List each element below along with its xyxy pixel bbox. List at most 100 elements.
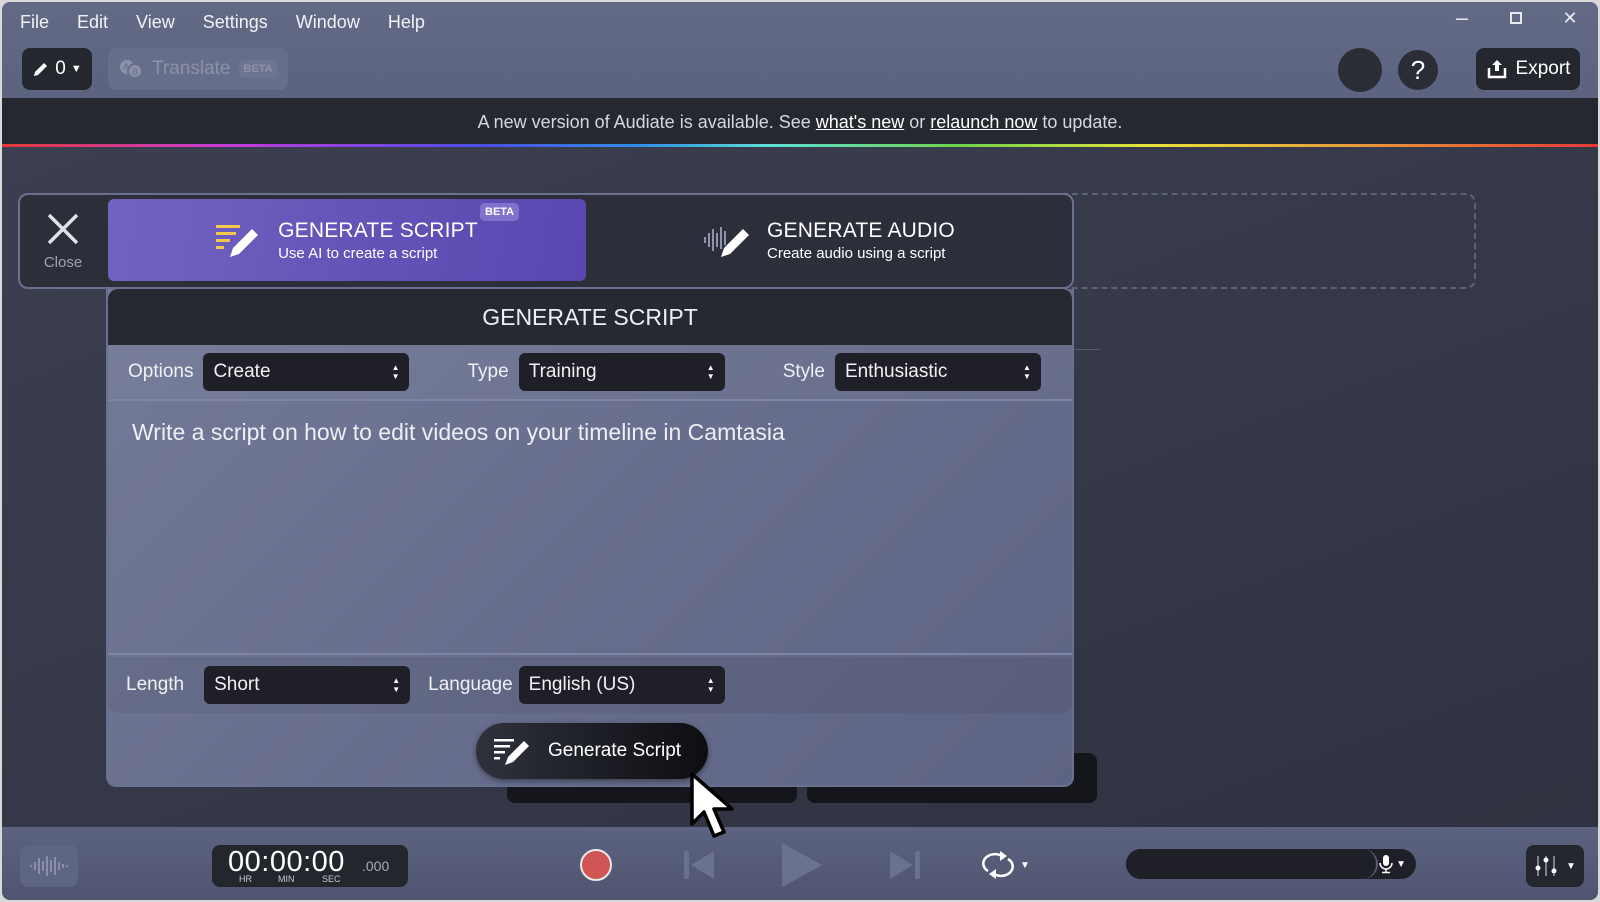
whats-new-link[interactable]: what's new	[816, 112, 904, 133]
generate-script-panel: GENERATE SCRIPT Options Create ▲ ▼ Type T…	[106, 289, 1074, 787]
menu-file[interactable]: File	[20, 12, 63, 33]
input-level-track	[1126, 849, 1378, 879]
type-label: Type	[467, 361, 509, 382]
prompt-textarea[interactable]: Write a script on how to edit videos on …	[108, 403, 1072, 655]
generate-script-label: Generate Script	[548, 740, 682, 761]
update-banner: A new version of Audiate is available. S…	[2, 98, 1598, 146]
stepper-arrows-icon: ▲ ▼	[706, 676, 715, 694]
menubar: File Edit View Settings Window Help	[20, 12, 453, 33]
generate-script-button[interactable]: Generate Script	[476, 723, 708, 779]
audiate-window: File Edit View Settings Window Help – ✕ …	[2, 2, 1598, 900]
hr-label: HR	[239, 874, 252, 884]
window-controls: – ✕	[1452, 5, 1580, 30]
timecode-display: 00:00:00 .000 HR MIN SEC	[212, 845, 408, 887]
microphone-icon	[1379, 855, 1393, 874]
tab-script-subtitle: Use AI to create a script	[278, 244, 438, 262]
waveform-icon	[30, 856, 68, 876]
panel-title: GENERATE SCRIPT	[108, 289, 1072, 345]
sliders-icon	[1535, 856, 1557, 876]
script-pencil-icon	[216, 225, 259, 257]
translate-button[interactable]: A B Translate BETA	[108, 48, 288, 90]
avatar[interactable]	[1338, 48, 1382, 92]
divider	[1072, 349, 1100, 350]
length-select[interactable]: Short ▲ ▼	[204, 666, 411, 704]
length-label: Length	[126, 674, 185, 695]
relaunch-now-link[interactable]: relaunch now	[930, 112, 1037, 133]
options-row: Options Create ▲ ▼ Type Training ▲ ▼ Style…	[108, 345, 1072, 401]
stepper-arrows-icon: ▲ ▼	[706, 363, 715, 381]
chevron-down-icon: ▼	[1020, 859, 1030, 871]
help-button[interactable]: ?	[1398, 50, 1438, 90]
sec-label: SEC	[322, 874, 341, 884]
beta-badge: BETA	[480, 203, 520, 221]
menu-edit[interactable]: Edit	[77, 12, 122, 33]
export-button[interactable]: Export	[1476, 48, 1580, 90]
tab-audio-title: GENERATE AUDIO	[767, 218, 955, 242]
stepper-arrows-icon: ▲ ▼	[1023, 363, 1031, 381]
maximize-icon[interactable]	[1506, 8, 1526, 28]
pencil-icon	[34, 63, 48, 76]
translate-icon: A B	[120, 60, 143, 79]
options-value: Create	[213, 361, 271, 382]
length-language-row: Length Short ▲ ▼ Language English (US) ▲ ▼	[108, 657, 1072, 713]
svg-text:B: B	[132, 67, 138, 77]
type-select[interactable]: Training ▲ ▼	[518, 353, 725, 391]
microphone-button[interactable]: ▼	[1379, 854, 1406, 874]
tab-audio-subtitle: Create audio using a script	[767, 244, 946, 262]
script-pencil-icon	[494, 739, 529, 765]
loop-icon	[982, 851, 1014, 879]
min-label: MIN	[278, 874, 295, 884]
play-icon[interactable]	[780, 841, 824, 889]
chevron-down-icon: ▼	[70, 63, 82, 75]
banner-text-after: to update.	[1042, 111, 1123, 132]
skip-forward-icon[interactable]	[888, 849, 922, 881]
banner-text-before: A new version of Audiate is available. S…	[477, 111, 811, 132]
translate-beta-badge: BETA	[238, 60, 278, 78]
stepper-arrows-icon: ▲ ▼	[391, 363, 400, 381]
close-button[interactable]: Close	[20, 195, 106, 287]
input-level-meter: ▼	[1126, 849, 1416, 879]
waveform-button[interactable]	[20, 845, 78, 887]
svg-text:A: A	[123, 62, 129, 72]
transport-bar: 00:00:00 .000 HR MIN SEC ▼ ▼ ▼	[2, 827, 1598, 900]
style-value: Enthusiastic	[844, 361, 948, 382]
language-select[interactable]: English (US) ▲ ▼	[518, 666, 725, 704]
audio-pencil-icon	[704, 227, 750, 257]
options-select[interactable]: Create ▲ ▼	[203, 353, 410, 391]
edit-count-button[interactable]: 0 ▼	[22, 48, 92, 90]
tab-generate-audio[interactable]: GENERATE AUDIO Create audio using a scri…	[590, 199, 1068, 281]
menu-settings[interactable]: Settings	[203, 12, 282, 33]
menu-window[interactable]: Window	[296, 12, 374, 33]
minimize-icon[interactable]: –	[1452, 5, 1472, 30]
translate-label: Translate	[152, 58, 231, 79]
language-label: Language	[428, 674, 513, 695]
type-value: Training	[528, 361, 597, 382]
style-select[interactable]: Enthusiastic ▲ ▼	[834, 353, 1041, 391]
close-icon	[47, 213, 79, 244]
export-label: Export	[1515, 58, 1571, 79]
close-window-icon[interactable]: ✕	[1560, 8, 1580, 28]
stepper-arrows-icon: ▲ ▼	[392, 676, 401, 694]
timecode-ms: .000	[362, 858, 390, 874]
language-value: English (US)	[528, 674, 636, 695]
chevron-down-icon: ▼	[1396, 858, 1406, 870]
menu-help[interactable]: Help	[388, 12, 439, 33]
tab-generate-script[interactable]: GENERATE SCRIPT Use AI to create a scrip…	[108, 199, 586, 281]
loop-button[interactable]: ▼	[980, 849, 1030, 881]
mixer-button[interactable]: ▼	[1526, 845, 1584, 887]
close-label: Close	[43, 253, 83, 271]
export-icon	[1487, 60, 1506, 79]
menu-view[interactable]: View	[136, 12, 189, 33]
chevron-down-icon: ▼	[1566, 860, 1576, 872]
banner-text-middle: or	[909, 111, 926, 132]
drop-zone[interactable]	[1052, 193, 1476, 289]
edit-count: 0	[55, 58, 66, 79]
length-value: Short	[214, 674, 260, 695]
skip-back-icon[interactable]	[682, 849, 716, 881]
editor-area: Close GENERATE SCRIPT Use AI to create a…	[2, 147, 1598, 827]
title-toolbar: File Edit View Settings Window Help – ✕ …	[2, 2, 1598, 98]
generate-tabs: Close GENERATE SCRIPT Use AI to create a…	[18, 193, 1074, 289]
tab-script-title: GENERATE SCRIPT	[278, 218, 478, 242]
mouse-cursor-icon	[690, 772, 734, 838]
record-button[interactable]	[580, 849, 612, 881]
